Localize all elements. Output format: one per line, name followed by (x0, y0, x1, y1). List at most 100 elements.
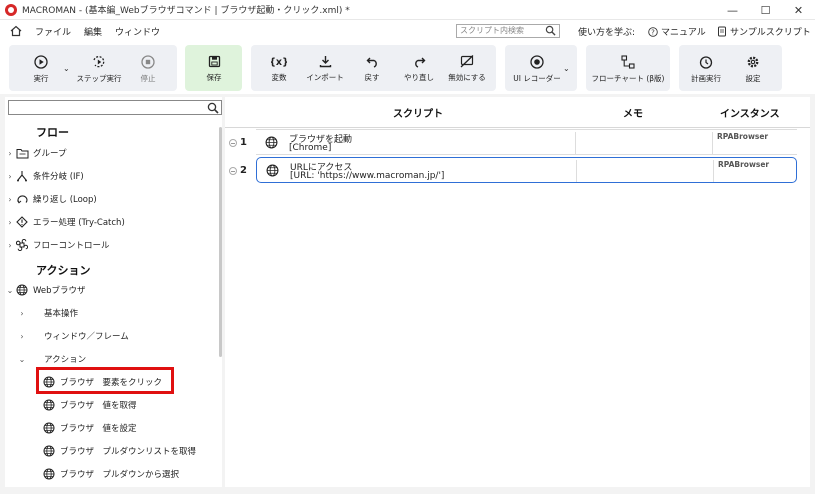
collapse-icon[interactable] (229, 138, 237, 147)
chevron-right-icon[interactable]: › (17, 309, 27, 318)
schedule-button[interactable]: 計画実行 (689, 48, 723, 90)
variable-icon: {x} (271, 57, 287, 68)
chevron-right-icon[interactable]: › (5, 241, 15, 250)
sample-scripts-link[interactable]: サンプルスクリプト (717, 25, 811, 38)
command-key-icon (15, 238, 29, 252)
clock-icon (699, 56, 713, 69)
script-search-input[interactable]: スクリプト内検索 (456, 24, 560, 38)
row-detail: [URL: 'https://www.macroman.jp/'] (290, 171, 445, 181)
row-instance: RPABrowser (717, 132, 769, 141)
close-button[interactable]: ✕ (782, 0, 815, 20)
settings-button[interactable]: 設定 (741, 48, 765, 90)
search-placeholder: スクリプト内検索 (460, 26, 524, 35)
tree-item-flow-control[interactable]: › フローコントロール (5, 235, 110, 255)
row-detail: [Chrome] (289, 143, 332, 153)
chevron-down-icon[interactable]: ⌄ (5, 286, 15, 295)
step-icon (93, 56, 105, 68)
script-row[interactable]: 1 ブラウザを起動 [Chrome] RPABrowser (225, 129, 810, 155)
globe-icon (42, 467, 56, 481)
gear-icon (747, 56, 759, 68)
menu-window[interactable]: ウィンドウ (115, 25, 160, 38)
save-icon (208, 55, 220, 68)
run-dropdown-icon[interactable]: ⌄ (63, 64, 70, 73)
variable-button[interactable]: {x} 変数 (265, 48, 293, 90)
tree-item-actions[interactable]: ⌄ アクション (17, 349, 86, 369)
manual-link[interactable]: ? マニュアル (648, 25, 706, 38)
command-tree-panel: フロー › グループ › 条件分岐 (IF) › 繰り返し (Loop) › エ… (5, 97, 222, 487)
sample-icon (718, 26, 726, 37)
globe-icon (265, 136, 278, 152)
chevron-right-icon[interactable]: › (5, 149, 15, 158)
chevron-right-icon[interactable]: › (5, 195, 15, 204)
disable-icon (460, 55, 474, 68)
flowchart-button[interactable]: フローチャート (β版) (590, 48, 666, 90)
run-button[interactable]: 実行 (26, 48, 56, 90)
column-header-memo: メモ (623, 109, 643, 120)
script-panel: スクリプト メモ インスタンス 1 ブラウザを起動 [Chrome] RPABr… (225, 97, 810, 487)
tree-item-loop[interactable]: › 繰り返し (Loop) (5, 189, 96, 209)
minimize-button[interactable]: — (716, 0, 749, 20)
globe-icon (15, 283, 29, 297)
tree-item-browser-get-value[interactable]: ブラウザ 値を取得 (42, 395, 137, 415)
tree-item-window-frame[interactable]: › ウィンドウ／フレーム (17, 326, 128, 346)
search-icon[interactable] (545, 25, 556, 40)
chevron-down-icon[interactable]: ⌄ (17, 355, 27, 364)
menu-file[interactable]: ファイル (35, 25, 71, 38)
tree-item-group[interactable]: › グループ (5, 143, 67, 163)
script-row-body-selected[interactable]: URLにアクセス [URL: 'https://www.macroman.jp/… (256, 157, 797, 183)
flow-section-title: フロー (36, 126, 69, 139)
tree-item-basic-ops[interactable]: › 基本操作 (17, 303, 78, 323)
column-header-script: スクリプト (393, 109, 443, 120)
help-icon: ? (648, 26, 658, 37)
branch-icon (15, 169, 29, 183)
collapse-icon[interactable] (229, 166, 237, 175)
globe-icon (42, 444, 56, 458)
tree-item-web-browser[interactable]: ⌄ Webブラウザ (5, 280, 86, 300)
search-icon[interactable] (207, 102, 219, 117)
chevron-right-icon[interactable]: › (5, 218, 15, 227)
chevron-right-icon[interactable]: › (17, 332, 27, 341)
globe-icon (266, 164, 279, 180)
header-divider (225, 127, 810, 128)
chevron-right-icon[interactable]: › (5, 172, 15, 181)
svg-text:{x}: {x} (271, 57, 287, 68)
column-header-instance: インスタンス (720, 109, 780, 120)
record-icon (530, 55, 544, 69)
import-icon (319, 56, 331, 68)
undo-button[interactable]: 戻す (360, 48, 384, 90)
flowchart-icon (621, 55, 635, 69)
disable-button[interactable]: 無効にする (447, 48, 487, 90)
maximize-button[interactable]: ☐ (749, 0, 782, 20)
row-number: 1 (240, 137, 247, 148)
command-search-input[interactable] (8, 100, 222, 115)
stop-icon (141, 55, 155, 69)
toolbar: 実行 ⌄ ステップ実行 停止 保存 {x} 変数 インポート 戻す やり直し 無… (0, 42, 815, 94)
play-icon (34, 55, 48, 69)
home-icon[interactable] (9, 24, 23, 38)
step-run-button[interactable]: ステップ実行 (76, 48, 122, 90)
tree-scrollbar[interactable] (219, 127, 222, 357)
import-button[interactable]: インポート (305, 48, 345, 90)
loop-icon (15, 192, 29, 206)
globe-icon (42, 421, 56, 435)
script-row-body[interactable]: ブラウザを起動 [Chrome] RPABrowser (256, 129, 797, 155)
action-section-title: アクション (36, 264, 91, 277)
recorder-dropdown-icon[interactable]: ⌄ (563, 64, 570, 73)
tree-item-try-catch[interactable]: › エラー処理 (Try-Catch) (5, 212, 125, 232)
svg-text:?: ? (651, 28, 655, 36)
window-title: MACROMAN - (基本編_Webブラウザコマンド | ブラウザ起動・クリッ… (22, 6, 350, 16)
row-number: 2 (240, 165, 247, 176)
script-row[interactable]: 2 URLにアクセス [URL: 'https://www.macroman.j… (225, 157, 810, 183)
tree-item-browser-get-dropdown[interactable]: ブラウザ プルダウンリストを取得 (42, 441, 196, 461)
folder-icon (15, 146, 29, 160)
tree-item-if[interactable]: › 条件分岐 (IF) (5, 166, 84, 186)
tree-item-browser-set-value[interactable]: ブラウザ 値を設定 (42, 418, 137, 438)
save-button[interactable]: 保存 (199, 48, 229, 90)
stop-button[interactable]: 停止 (136, 48, 160, 90)
tree-item-browser-select-dropdown[interactable]: ブラウザ プルダウンから選択 (42, 464, 179, 484)
app-logo (5, 3, 17, 16)
menu-edit[interactable]: 編集 (84, 25, 102, 38)
ui-recorder-button[interactable]: UI レコーダー (513, 48, 561, 90)
highlight-box (36, 367, 174, 394)
redo-button[interactable]: やり直し (402, 48, 436, 90)
